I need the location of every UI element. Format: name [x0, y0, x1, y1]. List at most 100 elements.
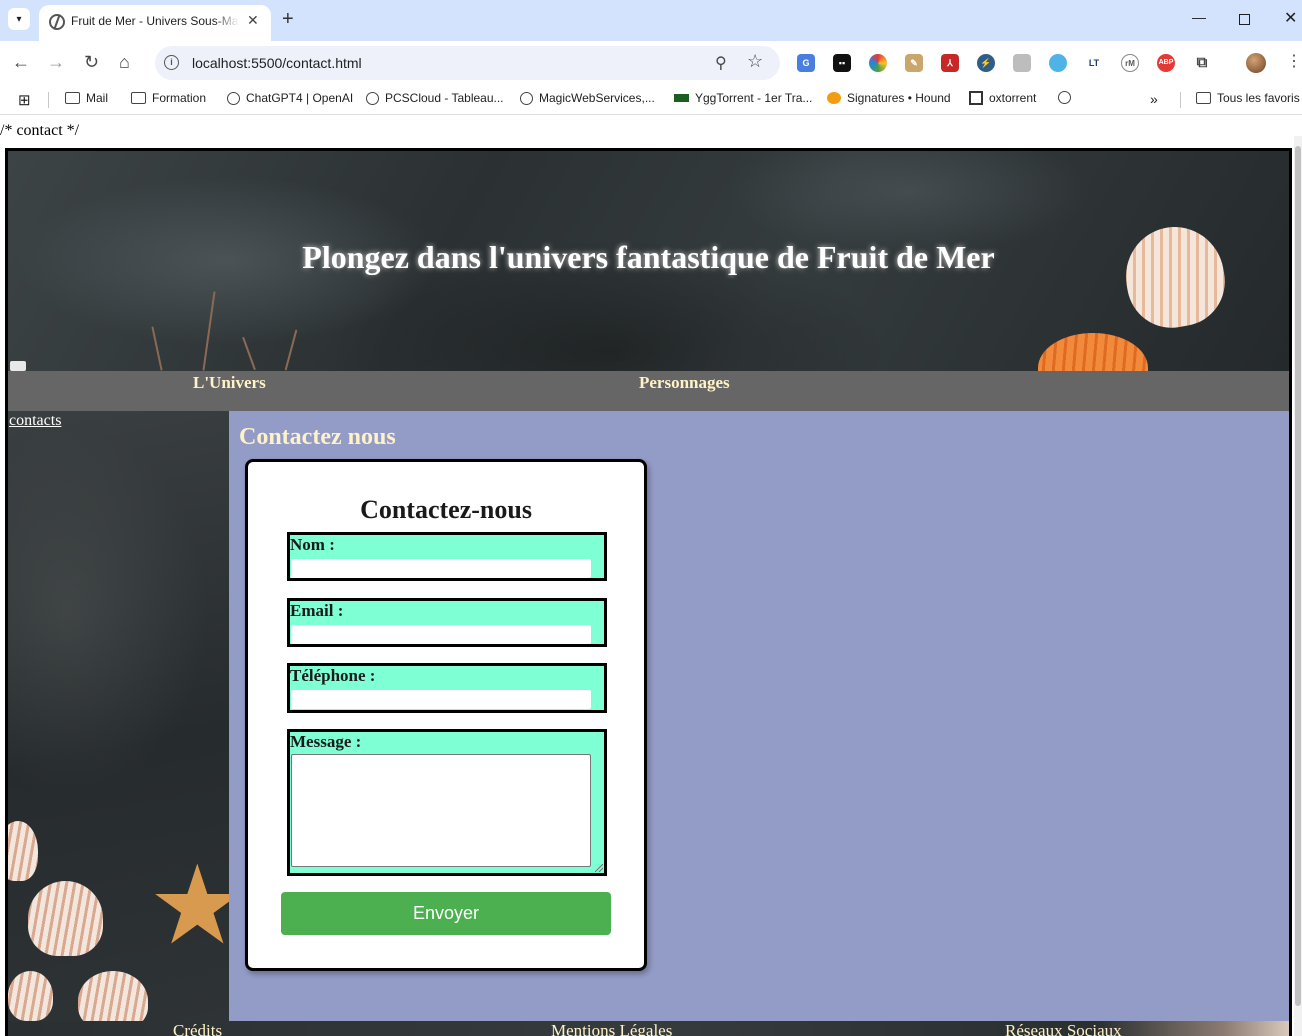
cloud-icon[interactable]: [1049, 54, 1067, 72]
site-container: Plongez dans l'univers fantastique de Fr…: [5, 148, 1292, 1036]
nom-input[interactable]: [291, 559, 591, 578]
nom-field-group: Nom :: [287, 532, 607, 581]
window-close-icon[interactable]: ✕: [1284, 8, 1297, 28]
page-header: Plongez dans l'univers fantastique de Fr…: [8, 151, 1289, 371]
seaweed-decoration: [242, 336, 256, 371]
shell-decoration: [78, 971, 148, 1021]
bookmark-mail[interactable]: Mail: [65, 91, 108, 105]
page-heading: Contactez nous: [239, 424, 396, 450]
bookmark-yggtorrent[interactable]: YggTorrent - 1er Tra...: [674, 91, 812, 105]
message-textarea[interactable]: [291, 754, 591, 867]
shell-decoration: [8, 821, 38, 881]
bookmarks-separator: [48, 92, 49, 108]
sidebar: contacts ★: [8, 411, 229, 1021]
folder-icon: [1196, 92, 1211, 104]
address-bar[interactable]: i localhost:5500/contact.html ⚲ ☆: [155, 46, 780, 80]
blank-icon[interactable]: [1013, 54, 1031, 72]
bookmark-magicweb[interactable]: MagicWebServices,...: [520, 91, 655, 105]
page-scrollbar[interactable]: [1294, 136, 1302, 1036]
color-icon[interactable]: [869, 54, 887, 72]
menu-kebab-icon[interactable]: ⋮: [1286, 51, 1302, 71]
page-viewport: /* contact */ Plongez dans l'univers fan…: [0, 116, 1302, 1036]
browser-tab[interactable]: Fruit de Mer - Univers Sous-Marin ✕: [39, 5, 271, 41]
globe-icon: [1058, 91, 1071, 104]
translate-icon[interactable]: G: [797, 54, 815, 72]
note-icon[interactable]: ✎: [905, 54, 923, 72]
bookmark-label: Signatures • Hound: [847, 91, 951, 105]
tab-search-button[interactable]: ▾: [8, 8, 30, 30]
bookmark-label: YggTorrent - 1er Tra...: [695, 91, 813, 105]
profile-avatar[interactable]: [1246, 53, 1266, 73]
footer-link-mentions[interactable]: Mentions Légales: [551, 1021, 672, 1036]
form-title: Contactez-nous: [360, 495, 532, 524]
bookmark-pcscloud[interactable]: PCSCloud - Tableau...: [366, 91, 504, 105]
footer-link-reseaux[interactable]: Réseaux Sociaux: [1005, 1021, 1122, 1036]
bookmark-label: Formation: [152, 91, 207, 105]
apps-grid-icon[interactable]: ⊞: [18, 91, 31, 109]
bookmark-label: MagicWebServices,...: [539, 91, 655, 105]
reload-icon[interactable]: ↻: [84, 52, 99, 72]
shell-decoration: [28, 881, 103, 956]
resize-handle-icon[interactable]: [595, 864, 603, 872]
globe-icon: [366, 91, 379, 105]
message-field-group: Message :: [287, 729, 607, 876]
tab-icon[interactable]: ▪▪: [833, 54, 851, 72]
footer-link-credits[interactable]: Crédits: [173, 1021, 222, 1036]
rm-icon[interactable]: rM: [1121, 54, 1139, 72]
url-text[interactable]: localhost:5500/contact.html: [192, 55, 362, 71]
bookmarks-overflow-button[interactable]: »: [1150, 91, 1158, 107]
scrollbar-thumb[interactable]: [1295, 146, 1301, 1006]
main-content: Contactez nous Contactez-nous Nom : Emai…: [229, 411, 1289, 1021]
browser-toolbar: ← → ↻ ⌂ i localhost:5500/contact.html ⚲ …: [0, 41, 1302, 85]
site-info-icon[interactable]: i: [164, 55, 179, 70]
starfish-icon: ★: [148, 851, 229, 961]
home-icon[interactable]: ⌂: [119, 52, 130, 72]
contact-form: Contactez-nous Nom : Email : Téléphone :…: [245, 459, 647, 971]
email-field-group: Email :: [287, 598, 607, 647]
tab-close-icon[interactable]: ✕: [247, 12, 259, 29]
bookmarks-bar: ⊞ Mail Formation ChatGPT4 | OpenAI PCSCl…: [0, 85, 1302, 115]
bookmark-hound[interactable]: Signatures • Hound: [827, 91, 951, 105]
site-title: Plongez dans l'univers fantastique de Fr…: [302, 239, 995, 275]
bookmark-label: ChatGPT4 | OpenAI: [246, 91, 354, 105]
telephone-field-group: Téléphone :: [287, 663, 607, 713]
speed-icon[interactable]: ⚡: [977, 54, 995, 72]
submit-button[interactable]: Envoyer: [281, 892, 611, 935]
nom-label: Nom :: [290, 535, 335, 554]
bookmark-label: Tous les favoris: [1217, 91, 1300, 105]
seaweed-decoration: [151, 326, 163, 371]
email-input[interactable]: [291, 625, 591, 644]
bookmark-star-icon[interactable]: ☆: [747, 51, 763, 72]
telephone-input[interactable]: [291, 690, 591, 709]
nav-link-univers[interactable]: L'Univers: [193, 373, 266, 393]
telephone-label: Téléphone :: [290, 666, 376, 685]
main-nav: L'Univers Personnages: [8, 371, 1289, 411]
email-label: Email :: [290, 601, 344, 620]
orange-shell-image: [1038, 333, 1148, 371]
minimize-icon[interactable]: —: [1192, 9, 1206, 25]
adblock-icon[interactable]: ABP: [1157, 54, 1175, 72]
ygg-icon: [674, 94, 689, 102]
stray-css-comment: /* contact */: [0, 122, 80, 139]
maximize-icon[interactable]: [1239, 14, 1250, 25]
bookmark-formation[interactable]: Formation: [131, 91, 206, 105]
pdf-icon[interactable]: ⅄: [941, 54, 959, 72]
bookmark-label: PCSCloud - Tableau...: [385, 91, 504, 105]
tab-title: Fruit de Mer - Univers Sous-Marin: [71, 14, 239, 28]
new-tab-button[interactable]: +: [282, 8, 294, 30]
broken-image-icon: [10, 361, 26, 371]
shell-decoration: [8, 971, 53, 1021]
lt-icon[interactable]: LT: [1085, 54, 1103, 72]
sidebar-link-contacts[interactable]: contacts: [9, 412, 61, 430]
bookmark-oxtorrent[interactable]: oxtorrent: [969, 91, 1036, 105]
all-bookmarks-button[interactable]: Tous les favoris: [1196, 91, 1300, 105]
bookmark-label: Mail: [86, 91, 109, 105]
puzzle-icon[interactable]: ⧉: [1193, 54, 1211, 72]
bookmark-globe[interactable]: [1058, 91, 1071, 104]
back-arrow-icon[interactable]: ←: [12, 52, 30, 72]
forward-arrow-icon[interactable]: →: [47, 52, 65, 72]
zoom-icon[interactable]: ⚲: [715, 53, 727, 73]
nav-link-personnages[interactable]: Personnages: [639, 373, 730, 393]
bookmark-chatgpt[interactable]: ChatGPT4 | OpenAI: [227, 91, 353, 105]
tab-strip: ▾ Fruit de Mer - Univers Sous-Marin ✕ + …: [0, 0, 1302, 41]
